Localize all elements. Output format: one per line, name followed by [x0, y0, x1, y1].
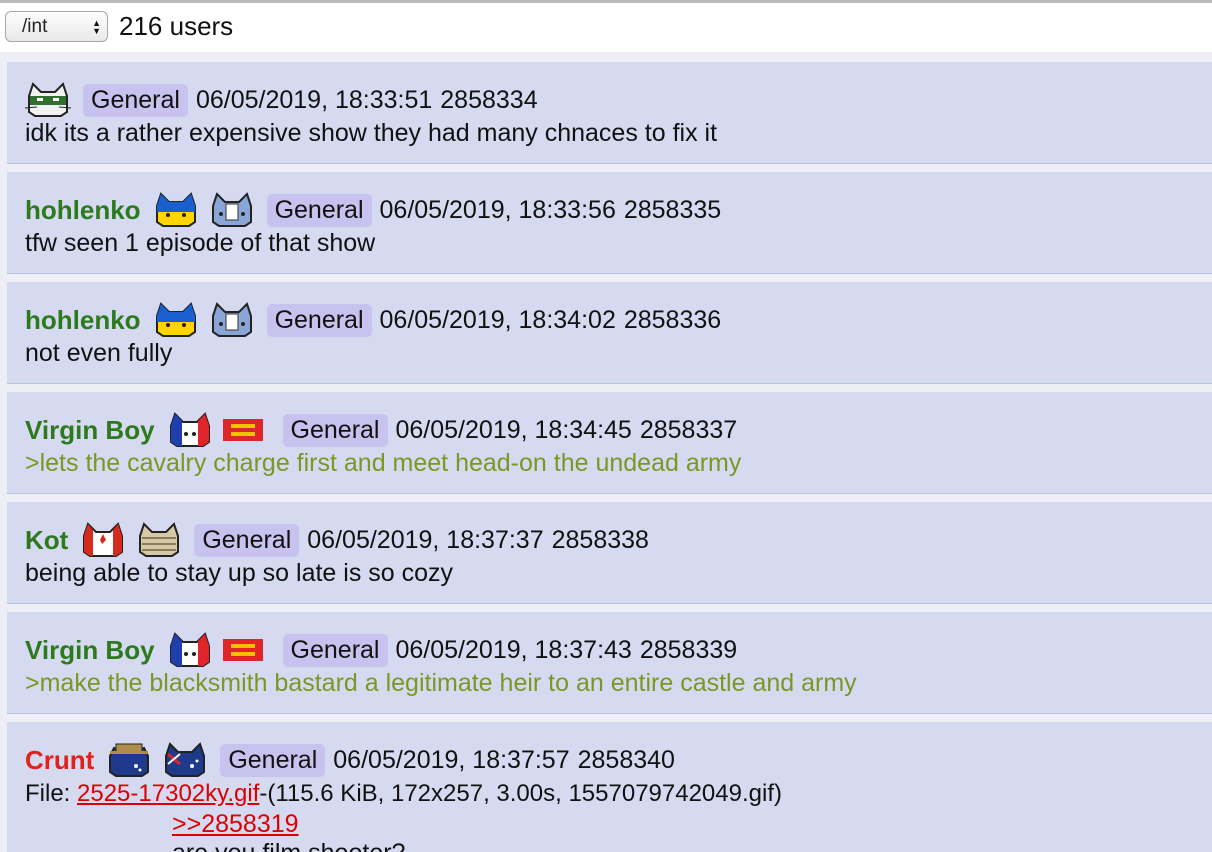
post-text: being able to stay up so late is so cozy — [25, 559, 454, 587]
post-datetime: 06/05/2019, 18:37:57 — [333, 745, 570, 774]
post-greentext: >lets the cavalry charge first and meet … — [25, 449, 742, 477]
post-text: tfw seen 1 episode of that show — [25, 229, 376, 257]
post-number[interactable]: 2858338 — [552, 526, 649, 555]
ukraine-cat-icon[interactable] — [153, 302, 199, 338]
post-tag[interactable]: General — [83, 83, 188, 117]
blue-cat-icon[interactable] — [209, 192, 255, 228]
post-datetime: 06/05/2019, 18:34:45 — [395, 415, 632, 444]
post-feed: General 06/05/2019, 18:33:51 2858334 idk… — [0, 52, 1212, 852]
post-number[interactable]: 2858336 — [624, 306, 721, 335]
post-number[interactable]: 2858334 — [440, 86, 537, 115]
poster-name: Virgin Boy — [25, 414, 155, 445]
canada-cat-icon[interactable] — [80, 522, 126, 558]
file-label: File: — [25, 780, 78, 807]
poster-name: Kot — [25, 524, 69, 555]
board-select[interactable]: /int ▲ ▼ — [5, 11, 108, 42]
post-number[interactable]: 2858335 — [624, 196, 721, 225]
post-text: are you film shooter? — [172, 839, 1212, 852]
post: Virgin Boy General 06/05/2019, 18:34:45 … — [7, 392, 1212, 494]
post: hohlenko General 06/05/2019, 18:34:02 28… — [7, 282, 1212, 384]
select-arrows-icon: ▲ ▼ — [92, 17, 101, 36]
post-tag[interactable]: General — [282, 413, 388, 447]
post: Virgin Boy General 06/05/2019, 18:37:43 … — [7, 612, 1212, 714]
post: Kot General 06/05/2019, 18:37:37 2858338… — [7, 502, 1212, 604]
post-datetime: 06/05/2019, 18:37:37 — [307, 525, 544, 554]
post-tag[interactable]: General — [220, 743, 326, 777]
post-datetime: 06/05/2019, 18:33:56 — [379, 195, 616, 224]
poster-name: hohlenko — [25, 194, 141, 225]
normandy-flag-icon[interactable] — [222, 639, 263, 661]
green-mask-cat-icon[interactable] — [25, 82, 71, 118]
user-count: 216 users — [119, 11, 234, 41]
post: General 06/05/2019, 18:33:51 2858334 idk… — [7, 62, 1212, 164]
post-datetime: 06/05/2019, 18:33:51 — [195, 85, 433, 114]
file-details: -(115.6 KiB, 172x257, 3.00s, 15570797420… — [259, 780, 782, 807]
post-datetime: 06/05/2019, 18:34:02 — [379, 305, 616, 334]
post-tag[interactable]: General — [266, 303, 372, 337]
poster-name: hohlenko — [25, 304, 141, 335]
post-text: not even fully — [25, 339, 173, 367]
australia-cat-icon[interactable] — [162, 742, 208, 778]
post-tag[interactable]: General — [282, 633, 388, 667]
ukraine-cat-icon[interactable] — [153, 192, 199, 228]
blue-cat-icon[interactable] — [209, 302, 255, 338]
poster-name: Virgin Boy — [25, 634, 155, 665]
tabby-cat-icon[interactable] — [136, 522, 182, 558]
file-link[interactable]: 2525-17302ky.gif — [77, 780, 259, 807]
post-number[interactable]: 2858340 — [578, 746, 675, 775]
post-tag[interactable]: General — [194, 523, 300, 557]
post-datetime: 06/05/2019, 18:37:43 — [395, 635, 632, 664]
france-cat-icon[interactable] — [167, 632, 213, 668]
post-tag[interactable]: General — [266, 193, 372, 227]
top-bar: /int ▲ ▼ 216 users — [0, 3, 1212, 50]
post: hohlenko General 06/05/2019, 18:33:56 28… — [7, 172, 1212, 274]
france-cat-icon[interactable] — [167, 412, 213, 448]
reply-quote-link[interactable]: >>2858319 — [172, 810, 299, 839]
board-select-value: /int — [22, 15, 48, 37]
normandy-flag-icon[interactable] — [222, 419, 263, 441]
australia-hat-cat-icon[interactable] — [106, 742, 152, 778]
post-greentext: >make the blacksmith bastard a legitimat… — [25, 669, 857, 697]
post-number[interactable]: 2858337 — [640, 416, 737, 445]
post: Crunt General 06/05/2019, 18:37:57 28583… — [7, 722, 1212, 852]
post-number[interactable]: 2858339 — [640, 636, 737, 665]
file-info-line: File: 2525-17302ky.gif-(115.6 KiB, 172x2… — [25, 778, 1212, 810]
poster-name: Crunt — [25, 744, 95, 775]
post-text: idk its a rather expensive show they had… — [25, 119, 718, 147]
